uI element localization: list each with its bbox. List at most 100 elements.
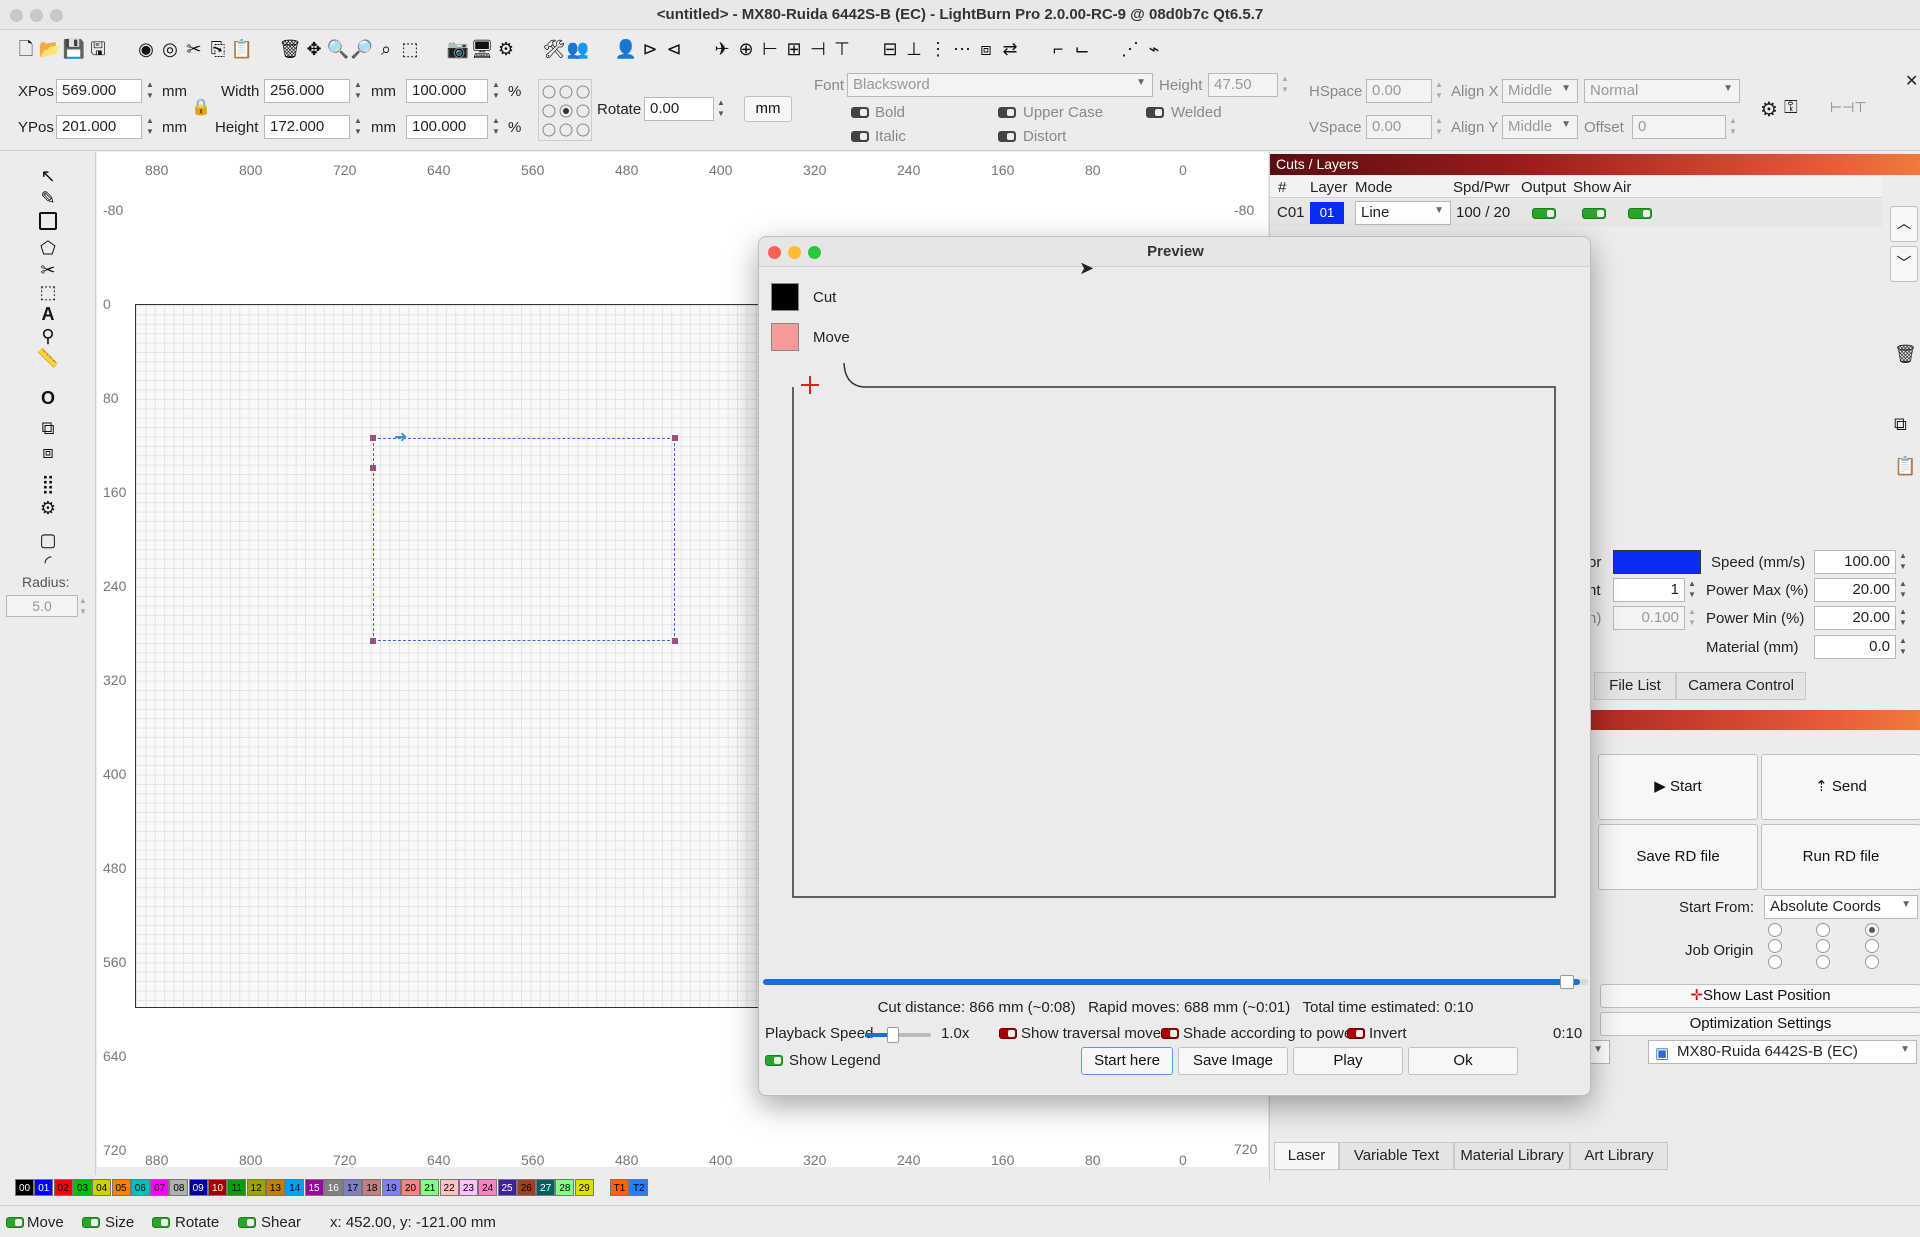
position-tool-icon[interactable]: ⚲ (36, 326, 60, 347)
width-stepper[interactable]: ▲ ▼ (351, 79, 365, 103)
tab-material-library[interactable]: Material Library (1454, 1142, 1570, 1170)
palette-swatch-04[interactable]: 04 (92, 1179, 112, 1196)
palette-swatch-16[interactable]: 16 (323, 1179, 343, 1196)
palette-swatch-22[interactable]: 22 (439, 1179, 459, 1196)
preview-window[interactable]: Preview Cut Move Cut distance: 866 mm (~… (758, 236, 1591, 1096)
save-image-button[interactable]: Save Image (1178, 1047, 1288, 1075)
palette-swatch-08[interactable]: 08 (169, 1179, 189, 1196)
palette-swatch-19[interactable]: 19 (381, 1179, 401, 1196)
align-top-icon[interactable]: ⊤ (830, 37, 854, 61)
playback-progress-handle[interactable] (1560, 975, 1574, 989)
palette-swatch-t1[interactable]: T1 (610, 1179, 629, 1196)
font-select[interactable]: Blacksword ▼ (847, 73, 1153, 97)
text-tool-icon[interactable]: A (36, 304, 60, 325)
import-icon[interactable]: ◉ (134, 37, 158, 61)
layer-output-toggle[interactable] (1532, 208, 1556, 219)
save-rd-button[interactable]: Save RD file (1598, 824, 1758, 890)
device-select[interactable]: ▣ MX80-Ruida 6442S-B (EC) ▼ (1648, 1040, 1917, 1064)
polygon-tool-icon[interactable]: ⬠ (36, 238, 60, 259)
playback-speed-slider[interactable] (865, 1027, 931, 1043)
show-traversal-toggle[interactable] (999, 1028, 1017, 1039)
hspace-input[interactable]: 0.00 (1366, 79, 1432, 103)
run-rd-button[interactable]: Run RD file (1761, 824, 1920, 890)
xpos-stepper[interactable]: ▲ ▼ (143, 79, 157, 103)
rotate-toggle[interactable] (152, 1217, 170, 1228)
palette-swatch-20[interactable]: 20 (401, 1179, 420, 1196)
palette-swatch-03[interactable]: 03 (72, 1179, 92, 1196)
power-min-stepper[interactable]: ▲ ▼ (1896, 606, 1910, 630)
upper-case-toggle[interactable] (998, 107, 1016, 118)
material-input[interactable]: 0.0 (1814, 635, 1896, 659)
flip-icon[interactable]: ⇄ (998, 37, 1022, 61)
playback-speed-handle[interactable] (887, 1027, 899, 1043)
show-last-position-button[interactable]: ✛Show Last Position (1600, 984, 1920, 1008)
mirror-v-icon[interactable]: ⊲ (662, 37, 686, 61)
palette-swatch-21[interactable]: 21 (420, 1179, 440, 1196)
power-max-stepper[interactable]: ▲ ▼ (1896, 578, 1910, 602)
preview-close-button[interactable] (768, 246, 781, 259)
shade-power-toggle[interactable] (1161, 1028, 1179, 1039)
frame-tool-icon[interactable]: ⬚ (36, 282, 60, 303)
palette-swatch-12[interactable]: 12 (246, 1179, 266, 1196)
offset-tool-icon[interactable]: O (36, 388, 60, 409)
user-icon[interactable]: 👤 (614, 37, 638, 61)
palette-swatch-18[interactable]: 18 (362, 1179, 382, 1196)
height-stepper[interactable]: ▲ ▼ (351, 115, 365, 139)
job-origin-radio[interactable] (1768, 939, 1782, 953)
close-panel-icon[interactable]: ✕ (1905, 71, 1918, 91)
offset-stepper[interactable]: ▲ ▼ (1726, 115, 1740, 139)
layer-show-toggle[interactable] (1582, 208, 1606, 219)
resize-handle[interactable] (370, 435, 376, 441)
start-here-button[interactable]: Start here (1081, 1047, 1173, 1075)
delete-icon[interactable]: 🗑 (278, 37, 302, 61)
move-icon[interactable]: ✥ (302, 37, 326, 61)
measure-tool-icon[interactable]: 📏 (36, 348, 60, 369)
zoom-select-icon[interactable]: ⬚ (398, 37, 422, 61)
palette-swatch-11[interactable]: 11 (227, 1179, 247, 1196)
plane-icon[interactable]: ✈ (710, 37, 734, 61)
preview-zoom-button[interactable] (808, 246, 821, 259)
job-origin-radio[interactable] (1865, 955, 1879, 969)
rectangle-tool-icon[interactable] (39, 212, 57, 230)
align-center-icon[interactable]: ⊞ (782, 37, 806, 61)
align-left-icon[interactable]: ⊢ (758, 37, 782, 61)
resize-handle[interactable] (672, 638, 678, 644)
palette-swatch-06[interactable]: 06 (130, 1179, 150, 1196)
zoom-out-icon[interactable]: 🔎 (350, 37, 374, 61)
tab-art-library[interactable]: Art Library (1570, 1142, 1668, 1170)
tools-icon[interactable]: 🛠 (542, 37, 566, 61)
font-height-input[interactable]: 47.50 (1208, 73, 1278, 97)
palette-swatch-07[interactable]: 07 (150, 1179, 170, 1196)
pen-tool-icon[interactable]: ✎ (36, 188, 60, 209)
pass-count-stepper[interactable]: ▲ ▼ (1685, 578, 1699, 602)
palette-swatch-15[interactable]: 15 (304, 1179, 324, 1196)
camera-tool-icon[interactable]: ⚿ (1784, 97, 1798, 118)
align-bottom-icon[interactable]: ⊥ (902, 37, 926, 61)
layer-air-toggle[interactable] (1628, 208, 1652, 219)
cut-icon[interactable]: ✂ (182, 37, 206, 61)
palette-swatch-26[interactable]: 26 (516, 1179, 536, 1196)
break-icon[interactable]: ⌙ (1070, 37, 1094, 61)
scale-width-input[interactable]: 100.000 (406, 79, 488, 103)
resize-handle[interactable] (370, 465, 376, 471)
grid-array-icon[interactable]: ⣿ (36, 474, 60, 495)
tab-variable-text[interactable]: Variable Text (1339, 1142, 1454, 1170)
power-max-input[interactable]: 20.00 (1814, 578, 1896, 602)
rotate-input[interactable]: 0.00 (644, 97, 714, 121)
palette-swatch-28[interactable]: 28 (555, 1179, 575, 1196)
resize-handle[interactable] (672, 435, 678, 441)
bold-toggle[interactable] (851, 107, 869, 118)
job-origin-radio[interactable] (1768, 923, 1782, 937)
scale-width-stepper[interactable]: ▲ ▼ (489, 79, 503, 103)
palette-swatch-14[interactable]: 14 (285, 1179, 305, 1196)
preview-minimize-button[interactable] (788, 246, 801, 259)
edit-nodes-tool-icon[interactable]: ✂ (36, 260, 60, 281)
tab-camera-control[interactable]: Camera Control (1676, 672, 1806, 700)
size-toggle[interactable] (82, 1217, 100, 1228)
job-origin-radio[interactable] (1865, 923, 1879, 937)
start-button[interactable]: ▶ Start (1598, 754, 1758, 820)
align-x-select[interactable]: Middle ▼ (1502, 79, 1578, 103)
palette-swatch-t2[interactable]: T2 (629, 1179, 649, 1196)
ypos-stepper[interactable]: ▲ ▼ (143, 115, 157, 139)
lock-ratio-icon[interactable]: 🔒 (191, 97, 211, 119)
